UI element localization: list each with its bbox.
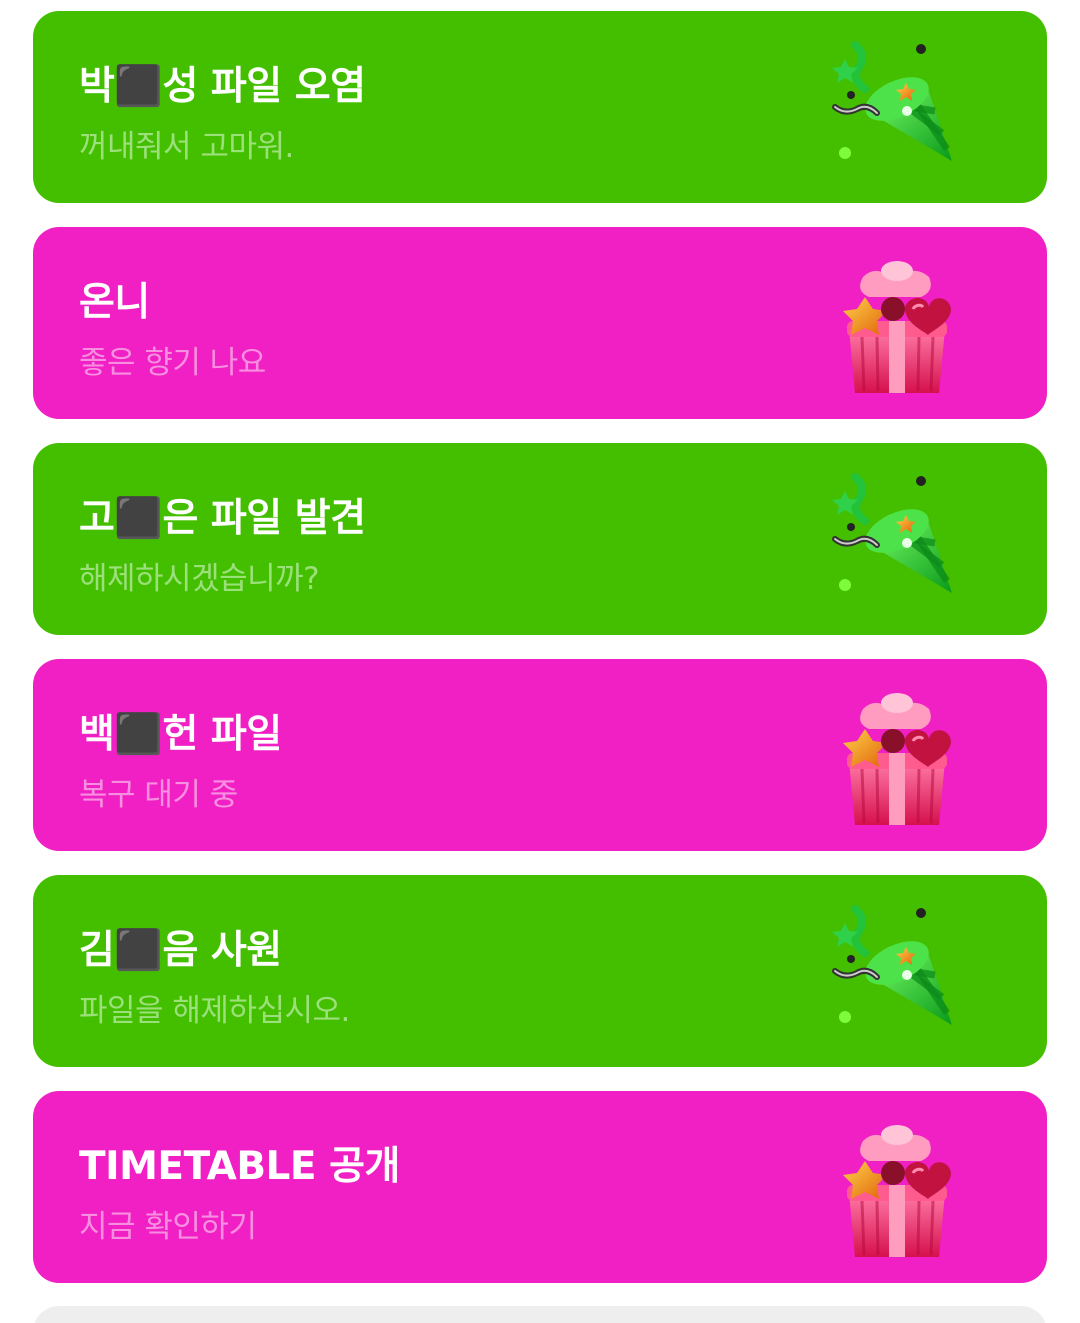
- party-popper-icon: [827, 905, 967, 1045]
- gift-box-icon: [827, 257, 967, 397]
- card-title: 김⬛음 사원: [79, 928, 282, 973]
- card-subtitle: 파일을 해제하십시오.: [79, 993, 350, 1029]
- card-subtitle: 좋은 향기 나요: [79, 345, 266, 381]
- card-subtitle: 복구 대기 중: [79, 777, 238, 813]
- card-item-3[interactable]: 고⬛은 파일 발견 해제하시겠습니까?: [33, 443, 1047, 635]
- card-item-2[interactable]: 온니 좋은 향기 나요: [33, 227, 1047, 419]
- card-title: 온니: [79, 280, 150, 325]
- card-item-4[interactable]: 백⬛헌 파일 복구 대기 중: [33, 659, 1047, 851]
- card-subtitle: 해제하시겠습니까?: [79, 561, 320, 597]
- party-popper-icon: [827, 473, 967, 613]
- card-item-1[interactable]: 박⬛성 파일 오염 꺼내줘서 고마워.: [33, 11, 1047, 203]
- card-item-partial[interactable]: [33, 1306, 1047, 1323]
- card-title: 백⬛헌 파일: [79, 712, 282, 757]
- card-item-5[interactable]: 김⬛음 사원 파일을 해제하십시오.: [33, 875, 1047, 1067]
- card-title: TIMETABLE 공개: [79, 1144, 400, 1189]
- card-title: 고⬛은 파일 발견: [79, 496, 366, 541]
- gift-box-icon: [827, 689, 967, 829]
- card-subtitle: 꺼내줘서 고마워.: [79, 129, 294, 165]
- card-title: 박⬛성 파일 오염: [79, 64, 366, 109]
- party-popper-icon: [827, 41, 967, 181]
- card-subtitle: 지금 확인하기: [79, 1209, 257, 1245]
- gift-box-icon: [827, 1121, 967, 1261]
- card-list: 박⬛성 파일 오염 꺼내줘서 고마워. 온니 좋은 향기 나요 고⬛은 파일 발…: [0, 0, 1080, 1323]
- card-item-6[interactable]: TIMETABLE 공개 지금 확인하기: [33, 1091, 1047, 1283]
